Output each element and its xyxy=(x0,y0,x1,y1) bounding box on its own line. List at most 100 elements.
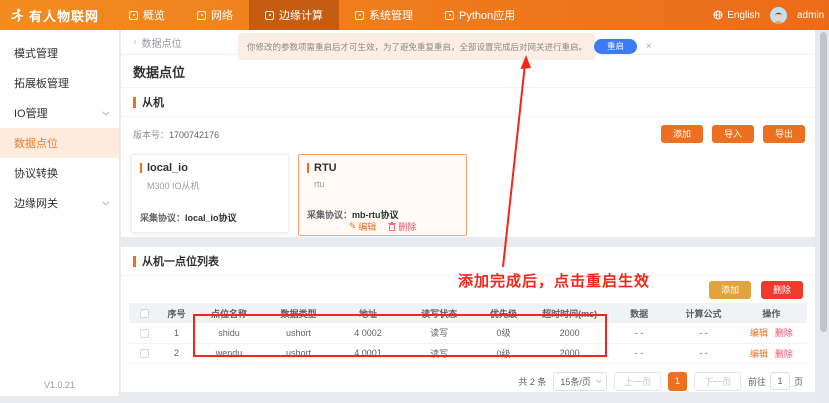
protocol-value: mb-rtu协议 xyxy=(352,210,399,220)
device-protocol: 采集协议：local_io协议 xyxy=(140,211,237,224)
nav-tab-python[interactable]: Python应用 xyxy=(429,0,531,30)
sidebar-item-label: 数据点位 xyxy=(14,135,58,151)
cell-operation: 编辑 删除 xyxy=(736,323,807,343)
section-accent-bar xyxy=(133,97,136,108)
sidebar-item-expansion-board[interactable]: 拓展板管理 xyxy=(0,68,119,98)
chevron-down-icon xyxy=(102,108,109,115)
device-description: rtu xyxy=(314,179,458,189)
slave-device-cards: local_io M300 IO从机 采集协议：local_io协议 RTU r… xyxy=(121,147,815,243)
restart-button[interactable]: 重启 xyxy=(594,39,637,54)
version-value: 1700742176 xyxy=(169,130,219,140)
sidebar-item-label: IO管理 xyxy=(14,105,48,121)
col-header-priority: 优先级 xyxy=(475,303,533,323)
restart-notice-banner: 你修改的参数项需重启后才可生效，为了避免重复重启，全部设置完成后对网关进行重启。… xyxy=(238,33,595,60)
edit-row-link[interactable]: 编辑 xyxy=(750,347,768,360)
export-button[interactable]: 导出 xyxy=(763,125,805,143)
device-name: local_io xyxy=(147,162,188,174)
nav-tab-label: 系统管理 xyxy=(369,7,413,23)
card-accent-bar xyxy=(140,163,142,173)
device-card-links: ✎编辑 删除 xyxy=(299,220,466,233)
nav-tab-edge-computing[interactable]: 边缘计算 xyxy=(249,0,339,30)
cell-address: 4 0002 xyxy=(332,323,403,343)
sidebar-item-label: 边缘网关 xyxy=(14,195,58,211)
brand-logo[interactable]: 有人物联网 xyxy=(0,0,113,30)
globe-icon xyxy=(713,10,723,20)
scrollbar-thumb[interactable] xyxy=(820,32,827,332)
sidebar-item-label: 拓展板管理 xyxy=(14,75,69,91)
nav-tab-system[interactable]: 系统管理 xyxy=(339,0,429,30)
cell-address: 4 0001 xyxy=(332,343,403,363)
col-header-point-name: 点位名称 xyxy=(193,303,264,323)
device-card-local-io[interactable]: local_io M300 IO从机 采集协议：local_io协议 xyxy=(131,154,289,233)
section-accent-bar xyxy=(133,256,136,267)
language-switch[interactable]: English xyxy=(713,10,760,21)
delete-row-link[interactable]: 删除 xyxy=(775,326,793,339)
edit-row-link[interactable]: 编辑 xyxy=(750,326,768,339)
nav-tab-overview[interactable]: 概览 xyxy=(113,0,181,30)
sidebar-item-edge-gateway[interactable]: 边缘网关 xyxy=(0,188,119,218)
col-header-timeout: 超时时间(ms) xyxy=(532,303,607,323)
cell-rw-status: 读写 xyxy=(404,323,475,343)
points-card: 从机一点位列表 添加 删除 序号 点位名称 数据类型 地址 读写状态 xyxy=(121,247,815,392)
col-header-rw-status: 读写状态 xyxy=(404,303,475,323)
delete-point-button[interactable]: 删除 xyxy=(761,281,803,299)
language-label: English xyxy=(727,10,760,21)
page-size-value: 15条/页 xyxy=(560,375,591,388)
username-label[interactable]: admin xyxy=(797,10,827,21)
nav-tab-label: Python应用 xyxy=(459,7,515,23)
slave-card: 数据点位 从机 版本号：1700742176 添加 导入 导出 local_io xyxy=(121,55,815,237)
nav-tab-network[interactable]: 网络 xyxy=(181,0,249,30)
sidebar-item-label: 协议转换 xyxy=(14,165,58,181)
cell-data-type: ushort xyxy=(265,343,333,363)
header-checkbox-cell xyxy=(129,303,160,323)
protocol-label: 采集协议： xyxy=(307,210,352,220)
table-row: 1 shidu ushort 4 0002 读写 0级 2000 - - - -… xyxy=(129,323,807,343)
cell-formula: - - xyxy=(671,323,735,343)
import-button[interactable]: 导入 xyxy=(712,125,754,143)
card-accent-bar xyxy=(307,163,309,173)
section-gap xyxy=(121,237,815,247)
sidebar-item-io-management[interactable]: IO管理 xyxy=(0,98,119,128)
delete-label: 删除 xyxy=(398,220,416,233)
delete-device-link[interactable]: 删除 xyxy=(388,220,416,233)
points-section-header: 从机一点位列表 xyxy=(121,247,815,276)
cell-point-name: shidu xyxy=(193,323,264,343)
col-header-operation: 操作 xyxy=(736,303,807,323)
goto-page-input[interactable] xyxy=(770,372,790,390)
delete-row-link[interactable]: 删除 xyxy=(775,347,793,360)
row-checkbox[interactable] xyxy=(140,349,149,358)
page-size-select[interactable]: 15条/页 xyxy=(553,372,607,391)
points-toolbar: 添加 删除 xyxy=(121,276,815,303)
navbar-right: English admin xyxy=(713,0,829,30)
running-man-icon xyxy=(10,8,24,22)
points-table: 序号 点位名称 数据类型 地址 读写状态 优先级 超时时间(ms) 数据 计算公… xyxy=(129,303,807,364)
user-avatar[interactable] xyxy=(770,7,787,24)
device-card-rtu[interactable]: RTU rtu 采集协议：mb-rtu协议 ✎编辑 删除 xyxy=(298,154,467,236)
main-content: › 数据点位 数据点位 从机 版本号：1700742176 添加 导入 导出 xyxy=(121,30,815,403)
sidebar-menu: 模式管理 拓展板管理 IO管理 数据点位 协议转换 边缘网关 xyxy=(0,30,119,218)
add-slave-button[interactable]: 添加 xyxy=(661,125,703,143)
sidebar-item-mode-management[interactable]: 模式管理 xyxy=(0,38,119,68)
cell-point-name: wendu xyxy=(193,343,264,363)
breadcrumb-label[interactable]: 数据点位 xyxy=(142,35,182,50)
app-root: 有人物联网 概览 网络 边缘计算 系统管理 Python应用 xyxy=(0,0,829,403)
protocol-label: 采集协议： xyxy=(140,213,185,223)
sidebar-item-data-points[interactable]: 数据点位 xyxy=(0,128,119,158)
add-point-button[interactable]: 添加 xyxy=(709,281,751,299)
slave-version-row: 版本号：1700742176 添加 导入 导出 xyxy=(121,117,815,147)
select-all-checkbox[interactable] xyxy=(140,309,149,318)
goto-page: 前往 页 xyxy=(748,372,803,390)
sidebar-item-protocol-conversion[interactable]: 协议转换 xyxy=(0,158,119,188)
goto-label: 前往 xyxy=(748,375,766,388)
row-checkbox[interactable] xyxy=(140,329,149,338)
prev-page-button[interactable]: 上一页 xyxy=(614,372,661,391)
next-page-button[interactable]: 下一页 xyxy=(694,372,741,391)
edit-label: 编辑 xyxy=(358,220,376,233)
slave-actions: 添加 导入 导出 xyxy=(661,125,805,143)
cell-rw-status: 读写 xyxy=(404,343,475,363)
current-page-button[interactable]: 1 xyxy=(668,372,687,391)
edit-device-link[interactable]: ✎编辑 xyxy=(349,220,377,233)
scrollbar-track[interactable] xyxy=(815,30,829,403)
close-icon[interactable]: × xyxy=(644,41,654,52)
slave-section-title: 从机 xyxy=(142,94,164,110)
